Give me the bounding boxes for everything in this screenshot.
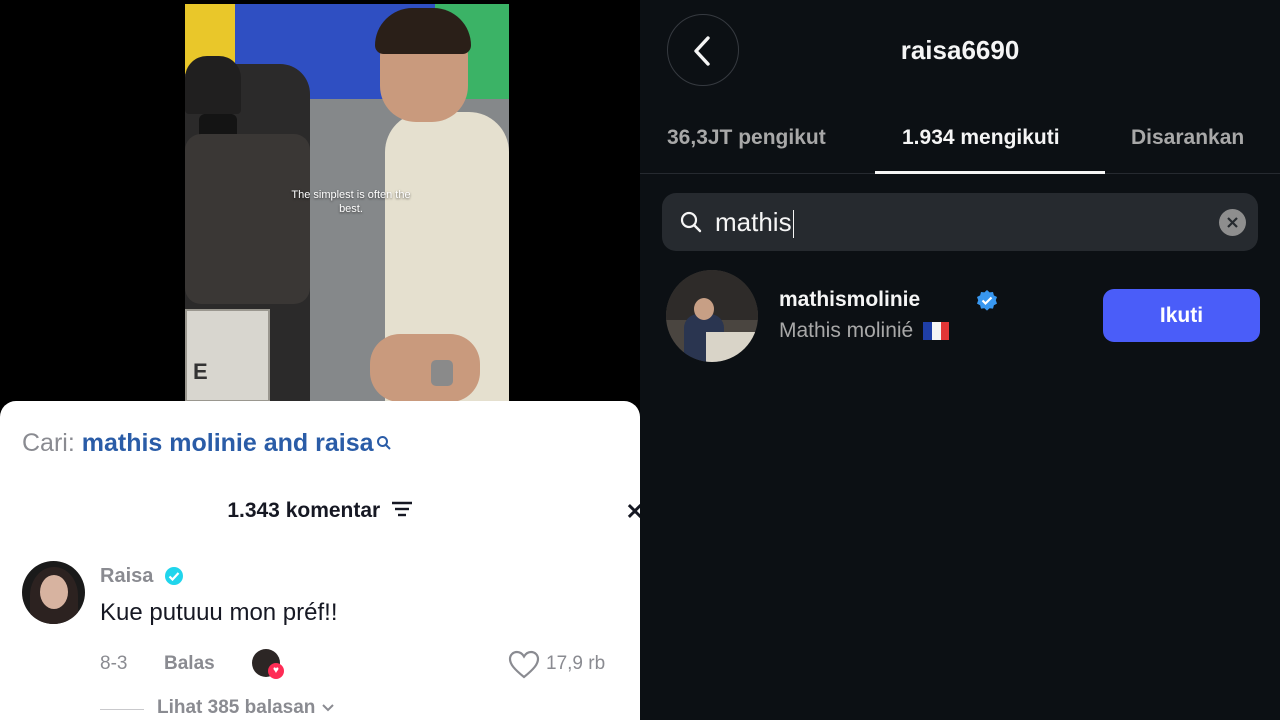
verified-icon <box>975 289 999 318</box>
reply-button[interactable]: Balas <box>164 653 215 675</box>
close-icon[interactable]: ✕ <box>626 499 640 525</box>
view-replies-label: Lihat 385 balasan <box>157 697 316 718</box>
screen: E The simplest is often the best. Cari: … <box>0 0 1280 720</box>
right-panel: raisa6690 36,3JT pengikut 1.934 mengikut… <box>640 0 1280 720</box>
flag-fr-icon <box>923 322 950 341</box>
avatar[interactable] <box>666 270 758 362</box>
video-player[interactable]: E The simplest is often the best. <box>185 4 509 402</box>
text-caret <box>792 210 794 239</box>
profile-username: raisa6690 <box>900 35 1020 65</box>
active-tab-indicator <box>875 171 1105 174</box>
search-query-link[interactable]: mathis molinie and raisa <box>82 429 374 457</box>
search-value: mathis <box>715 207 792 237</box>
chevron-down-icon <box>321 697 335 718</box>
avatar[interactable] <box>22 561 85 624</box>
search-result-row[interactable]: mathismolinie Mathis molinié Ikuti <box>666 268 1266 364</box>
search-icon <box>376 429 392 458</box>
search-input[interactable]: mathis <box>662 193 1258 251</box>
view-replies-button[interactable]: Lihat 385 balasan <box>100 697 400 720</box>
comment-count: 1.343 komentar <box>227 499 381 522</box>
tab-following[interactable]: 1.934 mengikuti <box>902 126 1060 150</box>
divider <box>100 709 144 710</box>
search-suggestion[interactable]: Cari: mathis molinie and raisa <box>22 429 392 458</box>
comment-text: Kue putuuu mon préf!! <box>100 599 338 626</box>
comment-meta: 8-3 Balas ♥ 17,9 rb <box>100 649 630 681</box>
comment-count-row: 1.343 komentar <box>0 499 640 523</box>
clear-icon[interactable] <box>1219 209 1246 236</box>
video-caption: The simplest is often the best. <box>291 189 411 215</box>
heart-icon[interactable] <box>508 650 540 685</box>
follow-button[interactable]: Ikuti <box>1103 289 1260 342</box>
creator-liked-avatar: ♥ <box>252 649 284 679</box>
comment-item: Raisa Kue putuuu mon préf!! 8-3 Balas ♥ … <box>22 561 622 681</box>
comment-author[interactable]: Raisa <box>100 565 153 588</box>
tab-followers[interactable]: 36,3JT pengikut <box>667 126 826 150</box>
watch <box>431 360 453 386</box>
tab-bar: 36,3JT pengikut 1.934 mengikuti Disarank… <box>640 112 1280 174</box>
comments-sheet: Cari: mathis molinie and raisa 1.343 kom… <box>0 401 640 720</box>
verified-icon <box>164 566 184 591</box>
result-username[interactable]: mathismolinie <box>779 288 920 312</box>
tab-suggested[interactable]: Disarankan <box>1131 126 1244 150</box>
heart-icon: ♥ <box>268 663 284 679</box>
cart-letter: E <box>193 359 208 384</box>
search-icon <box>680 211 702 233</box>
result-fullname: Mathis molinié <box>779 319 950 343</box>
search-prefix: Cari: <box>22 429 75 457</box>
left-panel: E The simplest is often the best. Cari: … <box>0 0 640 720</box>
cart: E <box>185 309 270 402</box>
comment-date: 8-3 <box>100 653 128 674</box>
like-count: 17,9 rb <box>546 653 606 674</box>
filter-icon[interactable] <box>391 500 413 523</box>
